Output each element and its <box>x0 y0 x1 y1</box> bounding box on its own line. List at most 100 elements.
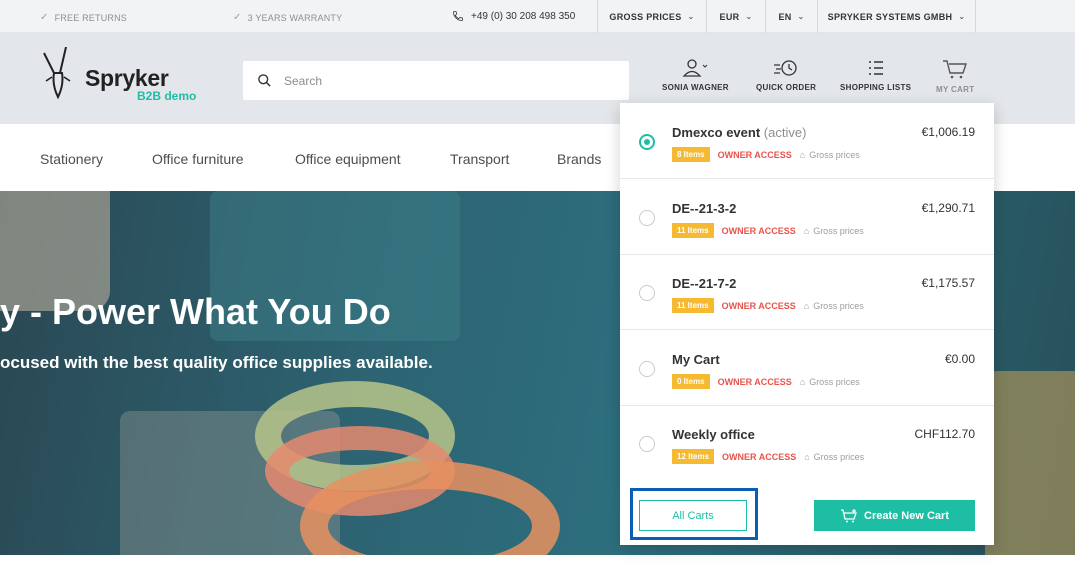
my-cart-link[interactable]: MY CART <box>936 59 974 94</box>
cart-icon <box>943 60 968 79</box>
items-badge: 11 Items <box>672 223 714 238</box>
phone-icon <box>453 11 463 21</box>
cart-plus-icon <box>841 508 857 522</box>
cart-name: My Cart <box>672 352 720 367</box>
cart-radio[interactable] <box>639 210 655 226</box>
language-value: EN <box>778 11 792 22</box>
search-bar[interactable] <box>243 61 629 100</box>
category-office-furniture[interactable]: Office furniture <box>152 151 244 167</box>
company-select[interactable]: SPRYKER SYSTEMS GMBH ⌄ <box>817 0 975 33</box>
access-label: OWNER ACCESS <box>721 225 796 236</box>
quick-order-link[interactable]: QUICK ORDER <box>756 59 816 92</box>
price-mode-text: Gross prices <box>813 300 864 311</box>
cart-radio[interactable] <box>639 285 655 301</box>
perk-warranty: ✓ 3 YEARS WARRANTY <box>233 12 342 23</box>
cart-row[interactable]: My Cart €0.00 0 Items OWNER ACCESS ⌂ Gros… <box>620 330 994 406</box>
items-badge: 8 Items <box>672 147 710 162</box>
price-mode-select[interactable]: GROSS PRICES ⌄ <box>597 0 706 33</box>
user-menu[interactable]: SONIA WAGNER <box>662 59 729 92</box>
perk-label: 3 YEARS WARRANTY <box>247 12 343 23</box>
cart-dropdown-footer: All Carts Create New Cart <box>620 480 994 545</box>
cart-meta: 12 Items OWNER ACCESS ⌂ Gross prices <box>672 449 864 464</box>
cart-name: DE--21-3-2 <box>672 201 737 216</box>
cart-meta: 8 Items OWNER ACCESS ⌂ Gross prices <box>672 147 860 162</box>
all-carts-button[interactable]: All Carts <box>639 500 747 531</box>
category-brands[interactable]: Brands <box>557 151 601 167</box>
price-mode-value: GROSS PRICES <box>609 11 682 22</box>
cart-price: €0.00 <box>944 352 975 366</box>
quick-order-icon <box>774 60 797 76</box>
phone-contact[interactable]: +49 (0) 30 208 498 350 <box>452 10 575 22</box>
category-transport[interactable]: Transport <box>450 151 509 167</box>
cart-dropdown: Dmexco event (active) €1,006.19 8 Items … <box>620 103 994 545</box>
price-mode: ⌂ Gross prices <box>804 452 864 462</box>
access-label: OWNER ACCESS <box>717 376 792 387</box>
check-icon: ✓ <box>40 12 49 23</box>
cart-meta: 11 Items OWNER ACCESS ⌂ Gross prices <box>672 298 864 313</box>
currency-select[interactable]: EUR ⌄ <box>706 0 765 33</box>
tag-icon: ⌂ <box>799 149 806 160</box>
cart-row[interactable]: Dmexco event (active) €1,006.19 8 Items … <box>620 103 994 179</box>
shopping-lists-link[interactable]: SHOPPING LISTS <box>840 59 911 92</box>
price-mode: ⌂ Gross prices <box>804 301 864 311</box>
price-mode: ⌂ Gross prices <box>800 377 860 387</box>
price-mode-text: Gross prices <box>813 225 864 236</box>
tag-icon: ⌂ <box>799 376 806 387</box>
company-value: SPRYKER SYSTEMS GMBH <box>827 11 953 22</box>
currency-value: EUR <box>719 11 740 22</box>
user-name: SONIA WAGNER <box>662 83 729 92</box>
cart-radio[interactable] <box>639 134 655 150</box>
search-icon <box>258 74 271 87</box>
cart-price: €1,290.71 <box>921 201 975 215</box>
items-badge: 0 Items <box>672 374 710 389</box>
price-mode: ⌂ Gross prices <box>800 150 860 160</box>
cart-name-text: Dmexco event <box>672 125 761 140</box>
language-select[interactable]: EN ⌄ <box>765 0 817 33</box>
cart-meta: 11 Items OWNER ACCESS ⌂ Gross prices <box>672 223 864 238</box>
highlight-frame: All Carts <box>630 488 758 540</box>
search-input[interactable] <box>284 73 584 88</box>
items-badge: 12 Items <box>672 449 715 464</box>
cart-row[interactable]: DE--21-3-2 €1,290.71 11 Items OWNER ACCE… <box>620 179 994 255</box>
cart-radio[interactable] <box>639 436 655 452</box>
shopping-lists-label: SHOPPING LISTS <box>840 83 912 92</box>
user-icon <box>682 59 708 77</box>
price-mode-text: Gross prices <box>813 451 865 462</box>
quick-order-label: QUICK ORDER <box>756 83 817 92</box>
my-cart-label: MY CART <box>936 85 975 94</box>
price-mode-text: Gross prices <box>809 376 860 387</box>
chevron-down-icon: ⌄ <box>958 12 966 21</box>
cart-row[interactable]: Weekly office CHF112.70 12 Items OWNER A… <box>620 405 994 481</box>
cart-active-label: (active) <box>763 125 807 140</box>
cart-name: DE--21-7-2 <box>672 276 737 291</box>
tag-icon: ⌂ <box>803 300 810 311</box>
category-office-equipment[interactable]: Office equipment <box>295 151 401 167</box>
list-icon <box>868 61 883 75</box>
cart-price: €1,175.57 <box>921 276 975 290</box>
create-new-cart-button[interactable]: Create New Cart <box>814 500 975 531</box>
divider <box>975 0 976 33</box>
price-mode: ⌂ Gross prices <box>804 226 864 236</box>
tag-icon: ⌂ <box>804 451 810 462</box>
access-label: OWNER ACCESS <box>717 149 792 160</box>
cart-price: CHF112.70 <box>914 427 975 441</box>
chevron-down-icon: ⌄ <box>797 12 805 21</box>
cart-row[interactable]: DE--21-7-2 €1,175.57 11 Items OWNER ACCE… <box>620 254 994 330</box>
access-label: OWNER ACCESS <box>722 451 797 462</box>
access-label: OWNER ACCESS <box>721 300 796 311</box>
perk-free-returns: ✓ FREE RETURNS <box>40 12 127 23</box>
tag-icon: ⌂ <box>803 225 810 236</box>
check-icon: ✓ <box>233 12 242 23</box>
cart-name: Dmexco event (active) <box>672 125 806 140</box>
hero-headline: y - Power What You Do <box>0 291 391 332</box>
items-badge: 11 Items <box>672 298 714 313</box>
category-stationery[interactable]: Stationery <box>40 151 103 167</box>
hero-subline: ocused with the best quality office supp… <box>0 353 433 372</box>
cart-price: €1,006.19 <box>921 125 975 139</box>
top-bar: ✓ FREE RETURNS ✓ 3 YEARS WARRANTY +49 (0… <box>0 0 1075 33</box>
create-new-cart-label: Create New Cart <box>864 509 949 522</box>
perk-label: FREE RETURNS <box>54 12 127 23</box>
spryker-logo[interactable]: Spryker B2B demo <box>40 47 210 103</box>
price-mode-text: Gross prices <box>809 149 860 160</box>
cart-radio[interactable] <box>639 361 655 377</box>
